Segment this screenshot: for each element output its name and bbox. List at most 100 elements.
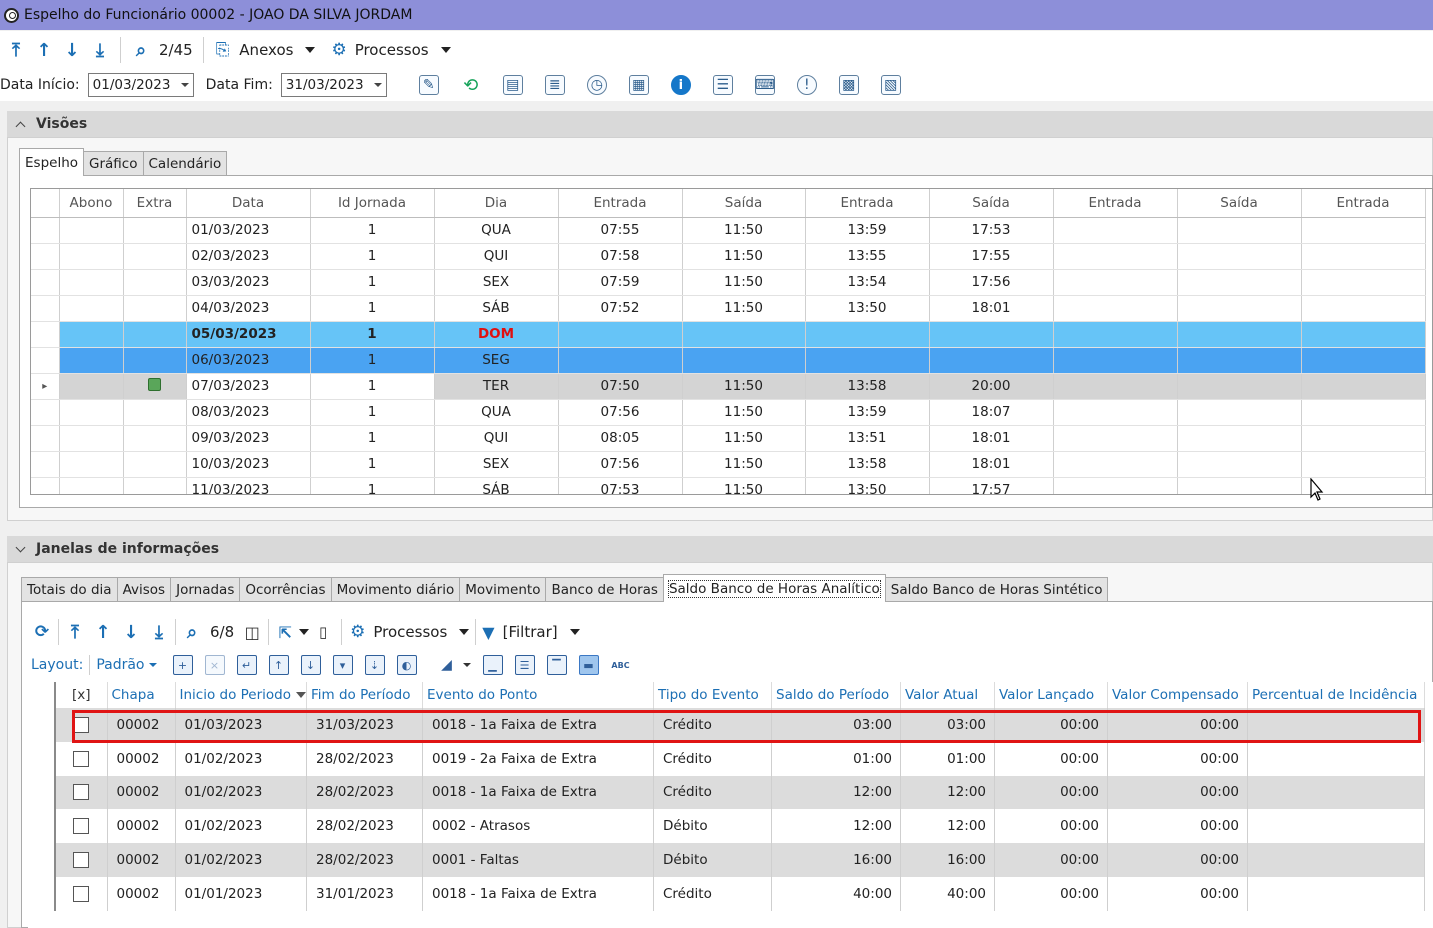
cell-abono[interactable]	[59, 295, 124, 322]
cell-dia[interactable]: SEX	[434, 269, 559, 296]
cell-fim[interactable]: 28/02/2023	[306, 809, 423, 844]
cell-e3[interactable]	[1053, 477, 1178, 494]
column-header[interactable]: Percentual de Incidência	[1247, 682, 1425, 708]
chevron-down-icon[interactable]	[180, 83, 189, 87]
cell-tipo[interactable]: Débito	[653, 843, 772, 877]
cell-s1[interactable]: 11:50	[682, 217, 806, 244]
cell-chapa[interactable]: 00002	[107, 843, 176, 877]
cell-data[interactable]: 09/03/2023	[186, 425, 311, 452]
cell-dia[interactable]: SÁB	[434, 295, 559, 322]
cell-s2[interactable]: 18:01	[929, 451, 1054, 478]
cell-extra[interactable]	[123, 477, 187, 494]
cell-e4[interactable]	[1301, 451, 1426, 478]
saldo-row[interactable]: 00002 01/02/2023 28/02/2023 0018 - 1a Faixa…	[28, 775, 1425, 810]
cell-inicio[interactable]: 01/02/2023	[175, 843, 307, 877]
cell-id[interactable]: 1	[310, 295, 435, 322]
cell-extra[interactable]	[123, 269, 187, 296]
cell-id[interactable]: 1	[310, 321, 435, 348]
cell-e2[interactable]: 13:55	[805, 243, 930, 270]
cell-extra[interactable]	[123, 321, 187, 348]
document-settings-icon[interactable]: ▦	[628, 75, 649, 95]
cell-saldo[interactable]: 03:00	[771, 708, 901, 742]
cell-atual[interactable]: 12:00	[900, 809, 995, 844]
row-checkbox[interactable]	[73, 852, 90, 869]
refresh-icon[interactable]: ⟲	[461, 75, 481, 96]
cell-id[interactable]: 1	[310, 347, 435, 374]
saldo-row[interactable]: 00002 01/02/2023 28/02/2023 0001 - Faltas Dé…	[28, 843, 1425, 877]
tab-totais-do-dia[interactable]: Totais do dia	[21, 577, 118, 602]
cell-compensado[interactable]: 00:00	[1107, 708, 1248, 742]
cell-ind[interactable]	[31, 347, 60, 374]
processos-dropdown[interactable]: ⚙ Processos	[331, 40, 451, 60]
cell-fim[interactable]: 31/01/2023	[306, 876, 423, 911]
cell-e1[interactable]	[558, 347, 683, 374]
cell-extra[interactable]	[123, 295, 187, 322]
cell-e3[interactable]	[1053, 321, 1178, 348]
cell-e3[interactable]	[1053, 399, 1178, 426]
cell-e1[interactable]: 07:56	[558, 451, 683, 478]
cell-s2[interactable]: 18:01	[929, 425, 1054, 452]
tab-grafico[interactable]: Gráfico	[83, 151, 144, 176]
cell-s3[interactable]	[1177, 399, 1302, 426]
cell-e2[interactable]: 13:50	[805, 295, 930, 322]
cell-data[interactable]: 10/03/2023	[186, 451, 311, 478]
cell-s2[interactable]: 20:00	[929, 373, 1054, 400]
column-header[interactable]: Saída	[929, 189, 1054, 218]
cell-e2[interactable]: 13:58	[805, 373, 930, 400]
cell-percentual[interactable]	[1247, 809, 1425, 844]
saldo-row[interactable]: 00002 01/03/2023 31/03/2023 0018 - 1a Faixa…	[28, 708, 1425, 742]
espelho-row[interactable]: 03/03/2023 1 SEX 07:59 11:50 13:54 17:56	[31, 269, 1426, 296]
cell-s2[interactable]: 17:53	[929, 217, 1054, 244]
column-header[interactable]: Valor Atual	[900, 682, 995, 708]
chevron-down-icon[interactable]	[373, 83, 382, 87]
cell-e3[interactable]	[1053, 347, 1178, 374]
cell-dia[interactable]: SÁB	[434, 477, 559, 494]
column-header[interactable]: Dia	[434, 189, 559, 218]
cell-id[interactable]: 1	[310, 477, 435, 494]
last-record-icon[interactable]: ⤓	[86, 36, 114, 64]
row-indicator-icon[interactable]: ▸	[31, 373, 60, 400]
next-record-icon[interactable]: ↓	[58, 36, 86, 64]
cell-s3[interactable]	[1177, 321, 1302, 348]
cell-abono[interactable]	[59, 347, 124, 374]
anexos-dropdown[interactable]: ⎘ Anexos	[216, 40, 316, 60]
cell-abono[interactable]	[59, 451, 124, 478]
cell-s3[interactable]	[1177, 243, 1302, 270]
clock-icon[interactable]: ◷	[586, 75, 607, 95]
cell-s2[interactable]: 17:57	[929, 477, 1054, 494]
row-indicator[interactable]	[28, 741, 56, 776]
cell-s1[interactable]: 11:50	[682, 373, 806, 400]
document-search-icon[interactable]: ▧	[880, 75, 901, 95]
cell-e4[interactable]	[1301, 321, 1426, 348]
cell-data[interactable]: 05/03/2023	[186, 321, 311, 348]
espelho-row[interactable]: ▸ 07/03/2023 1 TER 07:50 11:50 13:58 20:00	[31, 373, 1426, 400]
column-header[interactable]: Chapa	[107, 682, 176, 708]
tab-avisos[interactable]: Avisos	[116, 577, 172, 602]
cell-extra[interactable]	[123, 347, 187, 374]
cell-inicio[interactable]: 01/03/2023	[175, 708, 307, 742]
column-header[interactable]: Entrada	[805, 189, 930, 218]
cell-s2[interactable]	[929, 321, 1054, 348]
row-indicator[interactable]	[28, 843, 56, 877]
cell-extra[interactable]	[123, 373, 187, 400]
cell-chapa[interactable]: 00002	[107, 809, 176, 844]
cell-e2[interactable]: 13:59	[805, 399, 930, 426]
cell-compensado[interactable]: 00:00	[1107, 809, 1248, 844]
cell-evento[interactable]: 0001 - Faltas	[422, 843, 654, 877]
cell-dia[interactable]: TER	[434, 373, 559, 400]
cell-compensado[interactable]: 00:00	[1107, 843, 1248, 877]
cell-e4[interactable]	[1301, 295, 1426, 322]
column-header[interactable]: Evento do Ponto	[422, 682, 654, 708]
cell-ind[interactable]	[31, 399, 60, 426]
next-record-icon[interactable]: ↓	[117, 618, 145, 646]
cell-e1[interactable]: 07:55	[558, 217, 683, 244]
color-icon[interactable]: ◐	[396, 655, 417, 675]
cell-e1[interactable]: 07:53	[558, 477, 683, 494]
cell-tipo[interactable]: Crédito	[653, 876, 772, 911]
saldo-row[interactable]: 00002 01/01/2023 31/01/2023 0018 - 1a Faixa…	[28, 876, 1425, 911]
paint-icon[interactable]: ▾	[332, 655, 353, 675]
row-checkbox[interactable]	[73, 750, 90, 767]
saldo-row[interactable]: 00002 01/02/2023 28/02/2023 0002 - Atrasos D…	[28, 809, 1425, 844]
cell-dia[interactable]: QUA	[434, 399, 559, 426]
column-header[interactable]: Entrada	[558, 189, 683, 218]
